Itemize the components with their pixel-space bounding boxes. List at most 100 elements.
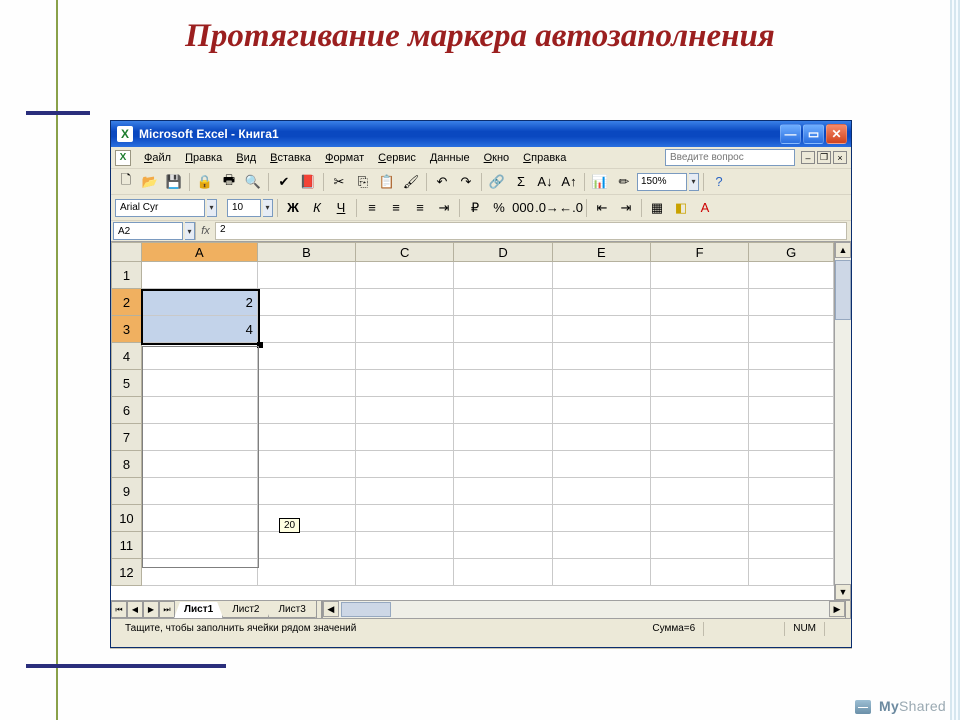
drawing-icon[interactable]: ✏ xyxy=(613,171,635,192)
autosum-icon[interactable]: Σ xyxy=(510,171,532,192)
formula-input[interactable]: 2 xyxy=(215,222,847,240)
cell-G5[interactable] xyxy=(749,370,834,397)
cell-B6[interactable] xyxy=(257,397,355,424)
cell-B7[interactable] xyxy=(257,424,355,451)
vertical-scrollbar[interactable]: ▲ ▼ xyxy=(834,242,851,600)
name-box[interactable]: A2 xyxy=(113,222,183,240)
help-icon[interactable]: ? xyxy=(708,171,730,192)
tab-prev-icon[interactable]: ◀ xyxy=(127,601,143,618)
sheet-tab-Лист1[interactable]: Лист1 xyxy=(174,602,223,618)
row-header-4[interactable]: 4 xyxy=(112,343,142,370)
cell-A4[interactable] xyxy=(141,343,257,370)
row-header-9[interactable]: 9 xyxy=(112,478,142,505)
cell-E1[interactable] xyxy=(552,262,650,289)
cell-C12[interactable] xyxy=(356,559,454,586)
menu-файл[interactable]: Файл xyxy=(137,150,178,166)
align-right-icon[interactable]: ≡ xyxy=(409,197,431,218)
print-icon[interactable]: 🖶 xyxy=(218,171,240,192)
menu-вставка[interactable]: Вставка xyxy=(263,150,318,166)
cell-E7[interactable] xyxy=(552,424,650,451)
redo-icon[interactable]: ↷ xyxy=(455,171,477,192)
chart-icon[interactable]: 📊 xyxy=(589,171,611,192)
decrease-decimal-icon[interactable]: ←.0 xyxy=(560,197,582,218)
cell-A1[interactable] xyxy=(141,262,257,289)
spreadsheet-grid[interactable]: ABCDEFG12234456789101112 xyxy=(111,242,834,586)
cell-F6[interactable] xyxy=(651,397,749,424)
cell-D4[interactable] xyxy=(454,343,552,370)
cell-F1[interactable] xyxy=(651,262,749,289)
row-header-5[interactable]: 5 xyxy=(112,370,142,397)
cell-G9[interactable] xyxy=(749,478,834,505)
tab-first-icon[interactable]: ⏮ xyxy=(111,601,127,618)
cell-B11[interactable] xyxy=(257,532,355,559)
cell-F2[interactable] xyxy=(651,289,749,316)
new-icon[interactable]: 🗋 xyxy=(115,171,137,192)
col-header-C[interactable]: C xyxy=(356,243,454,262)
cell-C8[interactable] xyxy=(356,451,454,478)
spellcheck-icon[interactable]: ✔ xyxy=(273,171,295,192)
cell-B5[interactable] xyxy=(257,370,355,397)
increase-decimal-icon[interactable]: .0→ xyxy=(536,197,558,218)
cell-A10[interactable] xyxy=(141,505,257,532)
row-header-6[interactable]: 6 xyxy=(112,397,142,424)
cell-A2[interactable]: 2 xyxy=(141,289,257,316)
cell-B9[interactable] xyxy=(257,478,355,505)
row-header-1[interactable]: 1 xyxy=(112,262,142,289)
open-icon[interactable]: 📂 xyxy=(139,171,161,192)
save-icon[interactable]: 💾 xyxy=(163,171,185,192)
cell-C2[interactable] xyxy=(356,289,454,316)
currency-icon[interactable]: ₽ xyxy=(464,197,486,218)
col-header-A[interactable]: A xyxy=(141,243,257,262)
cell-D5[interactable] xyxy=(454,370,552,397)
cell-E8[interactable] xyxy=(552,451,650,478)
scroll-up-icon[interactable]: ▲ xyxy=(835,242,851,258)
h-scroll-thumb[interactable] xyxy=(341,602,391,617)
scroll-down-icon[interactable]: ▼ xyxy=(835,584,851,600)
minimize-button[interactable]: ― xyxy=(780,124,801,144)
cell-C6[interactable] xyxy=(356,397,454,424)
mdi-restore[interactable]: ❐ xyxy=(817,151,831,164)
scroll-left-icon[interactable]: ◀ xyxy=(323,601,339,617)
font-color-icon[interactable]: A xyxy=(694,197,716,218)
decrease-indent-icon[interactable]: ⇤ xyxy=(591,197,613,218)
row-header-7[interactable]: 7 xyxy=(112,424,142,451)
cell-E2[interactable] xyxy=(552,289,650,316)
close-button[interactable]: ✕ xyxy=(826,124,847,144)
titlebar[interactable]: X Microsoft Excel - Книга1 ― ▭ ✕ xyxy=(111,121,851,147)
scroll-right-icon[interactable]: ▶ xyxy=(829,601,845,617)
row-header-10[interactable]: 10 xyxy=(112,505,142,532)
undo-icon[interactable]: ↶ xyxy=(431,171,453,192)
cell-D12[interactable] xyxy=(454,559,552,586)
help-search-input[interactable] xyxy=(665,149,795,166)
align-center-icon[interactable]: ≡ xyxy=(385,197,407,218)
cell-B1[interactable] xyxy=(257,262,355,289)
col-header-G[interactable]: G xyxy=(749,243,834,262)
font-combo[interactable]: Arial Cyr xyxy=(115,199,205,217)
cell-D9[interactable] xyxy=(454,478,552,505)
size-dropdown-icon[interactable]: ▾ xyxy=(263,199,273,217)
sort-desc-icon[interactable]: A↑ xyxy=(558,171,580,192)
cell-G8[interactable] xyxy=(749,451,834,478)
cell-F4[interactable] xyxy=(651,343,749,370)
tab-last-icon[interactable]: ⏭ xyxy=(159,601,175,618)
menu-правка[interactable]: Правка xyxy=(178,150,229,166)
cell-F12[interactable] xyxy=(651,559,749,586)
cell-D3[interactable] xyxy=(454,316,552,343)
format-painter-icon[interactable]: 🖌 xyxy=(400,171,422,192)
col-header-D[interactable]: D xyxy=(454,243,552,262)
cell-G3[interactable] xyxy=(749,316,834,343)
cell-D8[interactable] xyxy=(454,451,552,478)
cell-C7[interactable] xyxy=(356,424,454,451)
name-box-dropdown-icon[interactable]: ▾ xyxy=(185,222,195,240)
cell-B4[interactable] xyxy=(257,343,355,370)
fill-handle[interactable] xyxy=(257,342,263,348)
menu-справка[interactable]: Справка xyxy=(516,150,573,166)
sheet-tab-Лист3[interactable]: Лист3 xyxy=(268,602,315,618)
tab-next-icon[interactable]: ▶ xyxy=(143,601,159,618)
row-header-2[interactable]: 2 xyxy=(112,289,142,316)
hyperlink-icon[interactable]: 🔗 xyxy=(486,171,508,192)
cell-G4[interactable] xyxy=(749,343,834,370)
menu-формат[interactable]: Формат xyxy=(318,150,371,166)
mdi-minimize[interactable]: – xyxy=(801,151,815,164)
cell-E10[interactable] xyxy=(552,505,650,532)
